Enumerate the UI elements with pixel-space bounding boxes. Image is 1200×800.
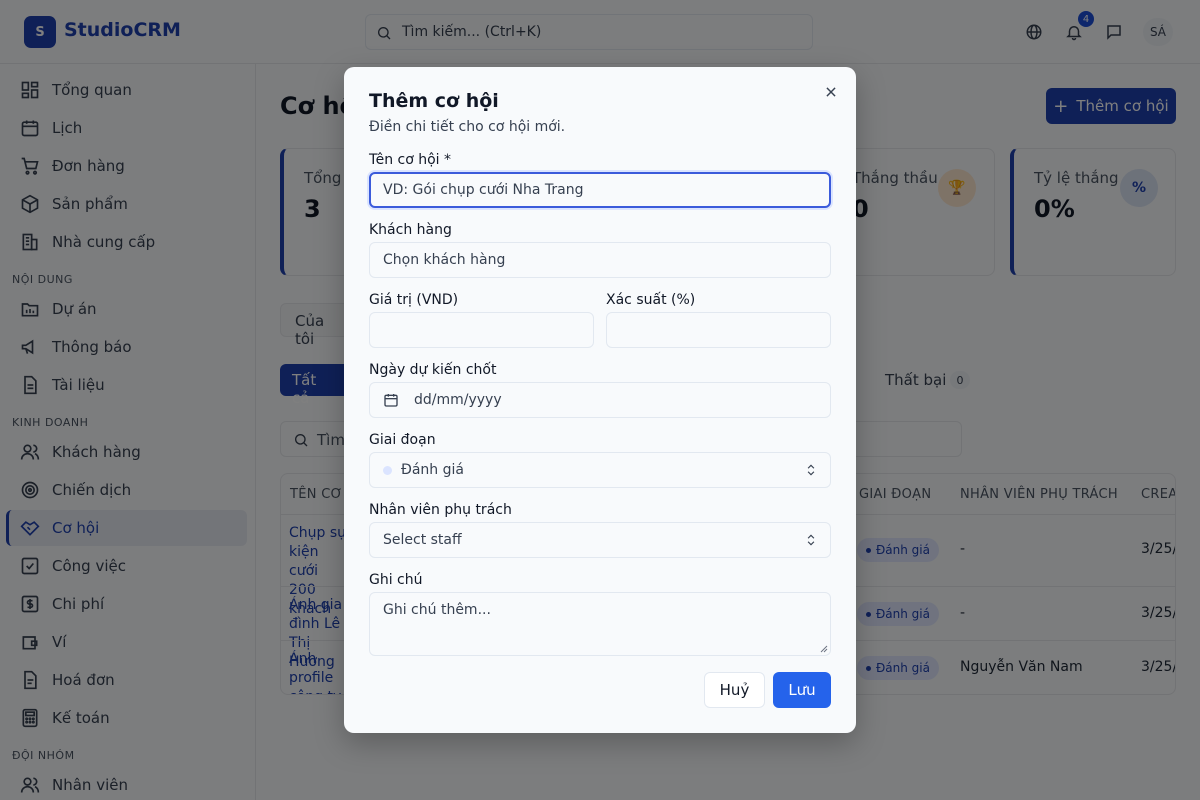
name-label: Tên cơ hội * [369,152,452,168]
staff-select[interactable]: Select staff [369,522,831,558]
dialog-title: Thêm cơ hội [369,90,499,112]
value-input[interactable] [369,312,594,348]
customer-label: Khách hàng [369,222,452,238]
customer-select[interactable]: Chọn khách hàng [369,242,831,278]
save-button[interactable]: Lưu [773,672,831,708]
stage-label: Giai đoạn [369,432,436,448]
staff-label: Nhân viên phụ trách [369,502,512,518]
close-button[interactable] [822,83,840,101]
notes-textarea[interactable]: Ghi chú thêm... [369,592,831,656]
opportunity-name-input[interactable]: VD: Gói chụp cưới Nha Trang [369,172,831,208]
dialog-description: Điền chi tiết cho cơ hội mới. [369,119,566,135]
chevron-up-down-icon [807,534,815,546]
stage-select[interactable]: Đánh giá [369,452,831,488]
input-placeholder: VD: Gói chụp cưới Nha Trang [383,182,584,198]
stage-color-dot [383,466,392,475]
close-date-label: Ngày dự kiến chốt [369,362,497,378]
select-placeholder: Select staff [383,532,462,548]
calendar-icon [384,394,398,407]
probability-input[interactable] [606,312,831,348]
date-placeholder: dd/mm/yyyy [414,392,502,408]
chevron-up-down-icon [807,464,815,476]
value-label: Giá trị (VND) [369,292,459,308]
select-placeholder: Chọn khách hàng [383,252,506,268]
stage-value: Đánh giá [401,462,464,478]
close-date-input[interactable]: dd/mm/yyyy [369,382,831,418]
add-opportunity-dialog: Thêm cơ hội Điền chi tiết cho cơ hội mới… [344,67,856,733]
cancel-button[interactable]: Huỷ [704,672,765,708]
probability-label: Xác suất (%) [606,292,696,308]
close-icon [826,87,836,97]
textarea-placeholder: Ghi chú thêm... [383,602,491,618]
resize-handle-icon[interactable] [820,645,828,653]
notes-label: Ghi chú [369,572,423,588]
